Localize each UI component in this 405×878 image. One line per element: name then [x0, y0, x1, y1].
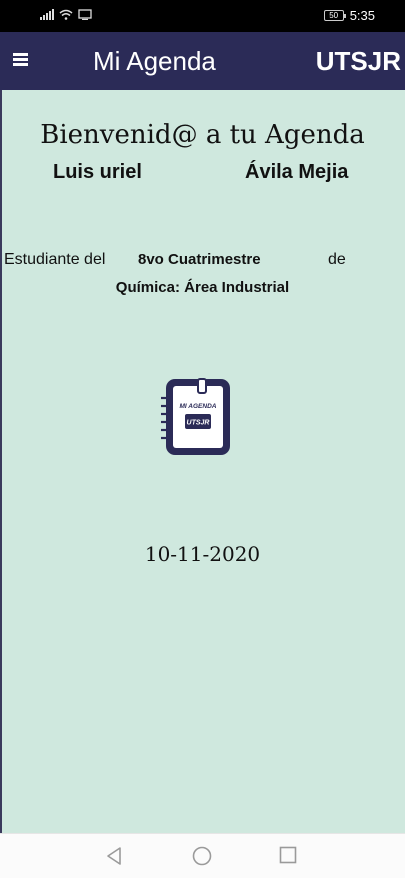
- app-title: Mi Agenda: [93, 46, 216, 76]
- agenda-logo-icon: MI AGENDA UTSJR: [161, 378, 230, 455]
- logo-brand-text: UTSJR: [187, 420, 210, 427]
- status-bar: 50 5:35: [0, 0, 405, 32]
- status-icons-right: 50 5:35: [323, 8, 375, 23]
- wifi-icon: [59, 9, 73, 20]
- signal-icon: [40, 9, 54, 20]
- main-content: Bienvenid@ a tu Agenda Luis uriel Ávila …: [0, 90, 405, 833]
- logo-text: MI AGENDA: [180, 403, 217, 410]
- student-last-name: Ávila Mejia: [245, 161, 349, 183]
- app-brand: UTSJR: [315, 46, 401, 76]
- status-icons-left: [40, 9, 92, 20]
- battery-icon: 50: [323, 10, 346, 21]
- recents-icon[interactable]: [279, 846, 297, 864]
- welcome-heading: Bienvenid@ a tu Agenda: [40, 120, 365, 150]
- career-value: Química: Área Industrial: [115, 279, 290, 296]
- system-nav-bar: [0, 833, 405, 878]
- home-icon[interactable]: [192, 846, 212, 866]
- student-label: Estudiante del: [4, 251, 106, 268]
- hamburger-menu-icon[interactable]: [13, 53, 28, 66]
- status-time: 5:35: [349, 8, 375, 23]
- app-bar: Mi Agenda UTSJR: [0, 32, 405, 90]
- back-icon[interactable]: [105, 846, 123, 866]
- cast-icon: [78, 9, 92, 20]
- current-date: 10-11-2020: [144, 542, 261, 566]
- drawer-edge: [0, 90, 2, 833]
- student-first-name: Luis uriel: [53, 161, 142, 183]
- connector-label: de: [328, 251, 346, 268]
- semester-value: 8vo Cuatrimestre: [138, 251, 261, 268]
